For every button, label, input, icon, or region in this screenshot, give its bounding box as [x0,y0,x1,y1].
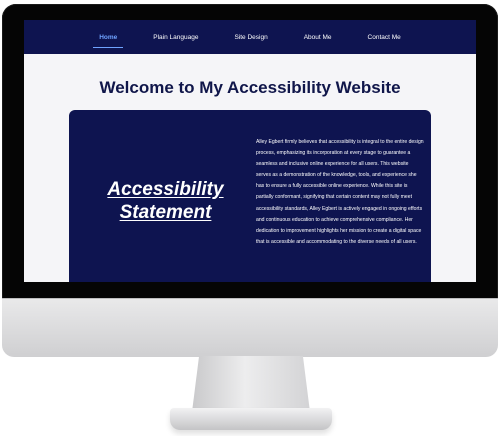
top-navigation: Home Plain Language Site Design About Me… [24,20,476,54]
monitor-stand-neck [192,356,310,412]
nav-item-contact-me[interactable]: Contact Me [364,32,405,43]
nav-item-site-design[interactable]: Site Design [230,32,271,43]
page-title: Welcome to My Accessibility Website [99,78,401,97]
nav-item-plain-language[interactable]: Plain Language [149,32,202,43]
nav-item-home[interactable]: Home [93,32,124,48]
accessibility-statement-card: Accessibility Statement Alley Egbert fir… [69,110,431,282]
statement-body: Alley Egbert firmly believes that access… [256,139,424,245]
statement-heading[interactable]: Accessibility Statement [83,178,248,224]
nav-item-about-me[interactable]: About Me [300,32,336,43]
monitor-stand-base [170,408,332,430]
monitor-mockup: Home Plain Language Site Design About Me… [0,0,500,436]
monitor-screen: Home Plain Language Site Design About Me… [24,20,476,282]
monitor-chin [2,298,498,357]
